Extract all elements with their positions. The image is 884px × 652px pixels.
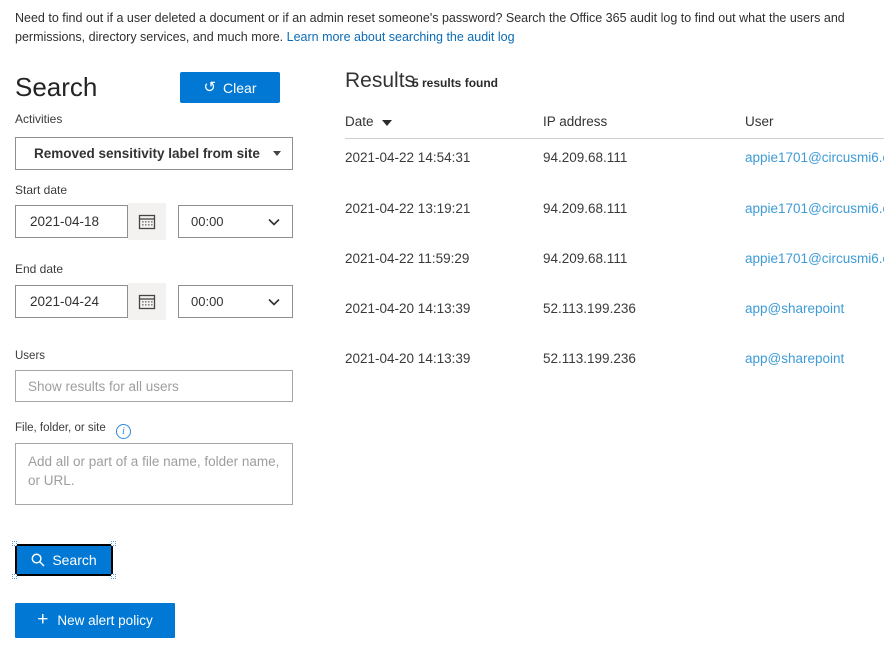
new-alert-policy-label: New alert policy [57, 613, 152, 628]
search-icon [31, 553, 45, 567]
column-header-ip[interactable]: IP address [543, 114, 607, 129]
focus-corner-handle [12, 541, 17, 546]
row-ip: 52.113.199.236 [543, 351, 636, 366]
users-label: Users [15, 350, 45, 362]
file-folder-site-input[interactable] [15, 443, 293, 505]
row-ip: 52.113.199.236 [543, 301, 636, 316]
row-user-link[interactable]: app@sharepoint [745, 301, 844, 316]
results-title: Results [345, 69, 415, 93]
chevron-down-icon [268, 298, 280, 306]
chevron-down-icon [268, 218, 280, 226]
info-icon[interactable]: i [116, 424, 131, 439]
file-folder-site-label-text: File, folder, or site [15, 422, 106, 434]
column-header-user[interactable]: User [745, 114, 774, 129]
search-button-label: Search [52, 552, 96, 568]
intro-paragraph: Need to find out if a user deleted a doc… [15, 9, 884, 47]
clear-button[interactable]: ↺ Clear [180, 72, 280, 103]
clear-button-label: Clear [223, 80, 256, 96]
activities-dropdown[interactable]: Removed sensitivity label from site [15, 137, 293, 170]
learn-more-link[interactable]: Learn more about searching the audit log [287, 30, 515, 44]
end-date-calendar-button[interactable] [128, 283, 166, 320]
search-panel-title: Search [15, 72, 97, 103]
end-date-input[interactable] [15, 285, 128, 318]
calendar-icon [138, 293, 156, 311]
column-header-date-label: Date [345, 114, 374, 129]
intro-line-2-text: permissions, directory services, and muc… [15, 30, 287, 44]
row-date: 2021-04-20 14:13:39 [345, 351, 470, 366]
row-date: 2021-04-20 14:13:39 [345, 301, 470, 316]
focus-corner-handle [111, 574, 116, 579]
search-button[interactable]: Search [17, 546, 111, 574]
results-count: 5 results found [412, 76, 498, 90]
row-user-link[interactable]: app@sharepoint [745, 351, 844, 366]
search-button-focus-ring: Search [15, 544, 113, 576]
end-time-value: 00:00 [191, 294, 224, 309]
row-user-link[interactable]: appie1701@circusmi6.on [745, 201, 884, 216]
new-alert-policy-button[interactable]: + New alert policy [15, 603, 175, 638]
audit-log-search-page: Need to find out if a user deleted a doc… [0, 0, 884, 652]
row-ip: 94.209.68.111 [543, 251, 627, 266]
start-date-label: Start date [15, 183, 67, 197]
start-date-input[interactable] [15, 205, 128, 238]
activities-selected-value: Removed sensitivity label from site [34, 146, 260, 161]
end-time-select[interactable]: 00:00 [178, 285, 293, 318]
users-input[interactable] [15, 370, 293, 402]
focus-corner-handle [12, 574, 17, 579]
row-date: 2021-04-22 14:54:31 [345, 150, 470, 165]
chevron-down-icon [273, 151, 281, 156]
row-ip: 94.209.68.111 [543, 150, 627, 165]
plus-icon: + [37, 610, 48, 629]
start-time-value: 00:00 [191, 214, 224, 229]
undo-arrow-icon: ↺ [203, 80, 216, 95]
header-divider [345, 138, 884, 139]
file-folder-site-label: File, folder, or site i [15, 422, 131, 439]
activities-label: Activities [15, 112, 62, 126]
start-time-select[interactable]: 00:00 [178, 205, 293, 238]
sort-descending-icon [382, 120, 392, 126]
row-user-link[interactable]: appie1701@circusmi6.on [745, 150, 884, 165]
calendar-icon [138, 213, 156, 231]
row-user-link[interactable]: appie1701@circusmi6.on [745, 251, 884, 266]
end-date-label: End date [15, 262, 63, 276]
column-header-date[interactable]: Date [345, 114, 392, 129]
row-date: 2021-04-22 11:59:29 [345, 251, 469, 266]
start-date-calendar-button[interactable] [128, 203, 166, 240]
focus-corner-handle [111, 541, 116, 546]
intro-line-2: permissions, directory services, and muc… [15, 28, 884, 47]
row-ip: 94.209.68.111 [543, 201, 627, 216]
intro-line-1: Need to find out if a user deleted a doc… [15, 9, 884, 28]
row-date: 2021-04-22 13:19:21 [345, 201, 470, 216]
